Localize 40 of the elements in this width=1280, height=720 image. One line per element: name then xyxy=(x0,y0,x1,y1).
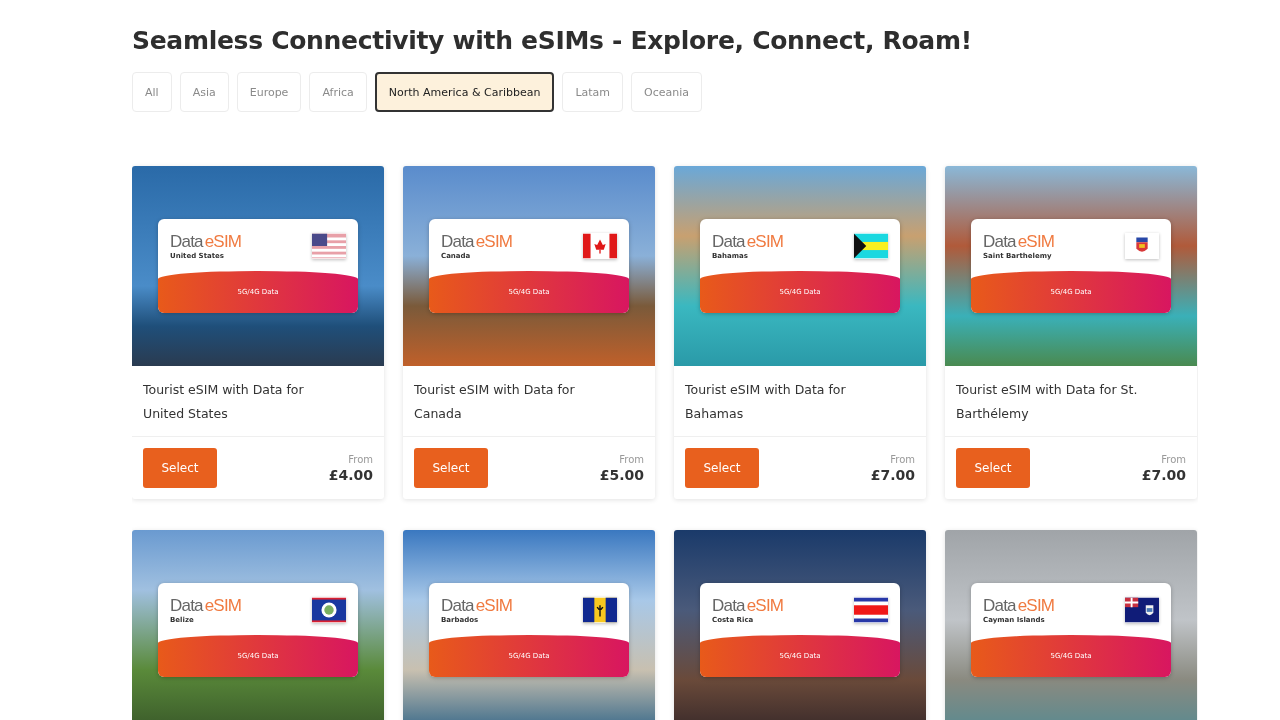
flag-icon xyxy=(312,597,346,623)
price-prefix: From xyxy=(619,453,644,465)
select-button[interactable]: Select xyxy=(956,448,1030,488)
product-title: Tourist eSIM with Data for St. Barthélemy xyxy=(945,366,1197,437)
flag-icon xyxy=(1125,597,1159,623)
price: £4.00 xyxy=(328,466,373,483)
region-tab[interactable]: North America & Caribbean xyxy=(374,72,555,112)
price-prefix: From xyxy=(1161,453,1186,465)
region-tab[interactable]: All xyxy=(132,72,172,112)
brand-logo: DataeSIM xyxy=(441,596,513,616)
region-tab[interactable]: Latam xyxy=(562,72,624,112)
region-tab[interactable]: Oceania xyxy=(631,72,703,112)
price-prefix: From xyxy=(348,453,373,465)
flag-icon xyxy=(854,597,888,623)
flag-icon xyxy=(312,233,346,259)
product-title: Tourist eSIM with Data for Bahamas xyxy=(674,366,926,437)
page-heading: Seamless Connectivity with eSIMs - Explore, Connect, Roam! xyxy=(132,25,973,55)
region-tab[interactable]: Asia xyxy=(179,72,229,112)
flag-icon xyxy=(583,597,617,623)
price: £5.00 xyxy=(599,466,644,483)
brand-logo: DataeSIM xyxy=(441,232,513,252)
product-title: Tourist eSIM with Data for Canada xyxy=(403,366,655,437)
flag-icon xyxy=(1125,233,1159,259)
select-button[interactable]: Select xyxy=(685,448,759,488)
product-title: Tourist eSIM with Data for United States xyxy=(132,366,384,437)
region-tab[interactable]: Africa xyxy=(309,72,367,112)
brand-logo: DataeSIM xyxy=(170,232,242,252)
brand-logo: DataeSIM xyxy=(983,596,1055,616)
brand-logo: DataeSIM xyxy=(983,232,1055,252)
flag-icon xyxy=(854,233,888,259)
brand-logo: DataeSIM xyxy=(712,596,784,616)
price-prefix: From xyxy=(890,453,915,465)
brand-logo: DataeSIM xyxy=(712,232,784,252)
flag-icon xyxy=(583,233,617,259)
select-button[interactable]: Select xyxy=(414,448,488,488)
price: £7.00 xyxy=(1141,466,1186,483)
brand-logo: DataeSIM xyxy=(170,596,242,616)
price: £7.00 xyxy=(870,466,915,483)
region-tab[interactable]: Europe xyxy=(236,72,302,112)
select-button[interactable]: Select xyxy=(143,448,217,488)
